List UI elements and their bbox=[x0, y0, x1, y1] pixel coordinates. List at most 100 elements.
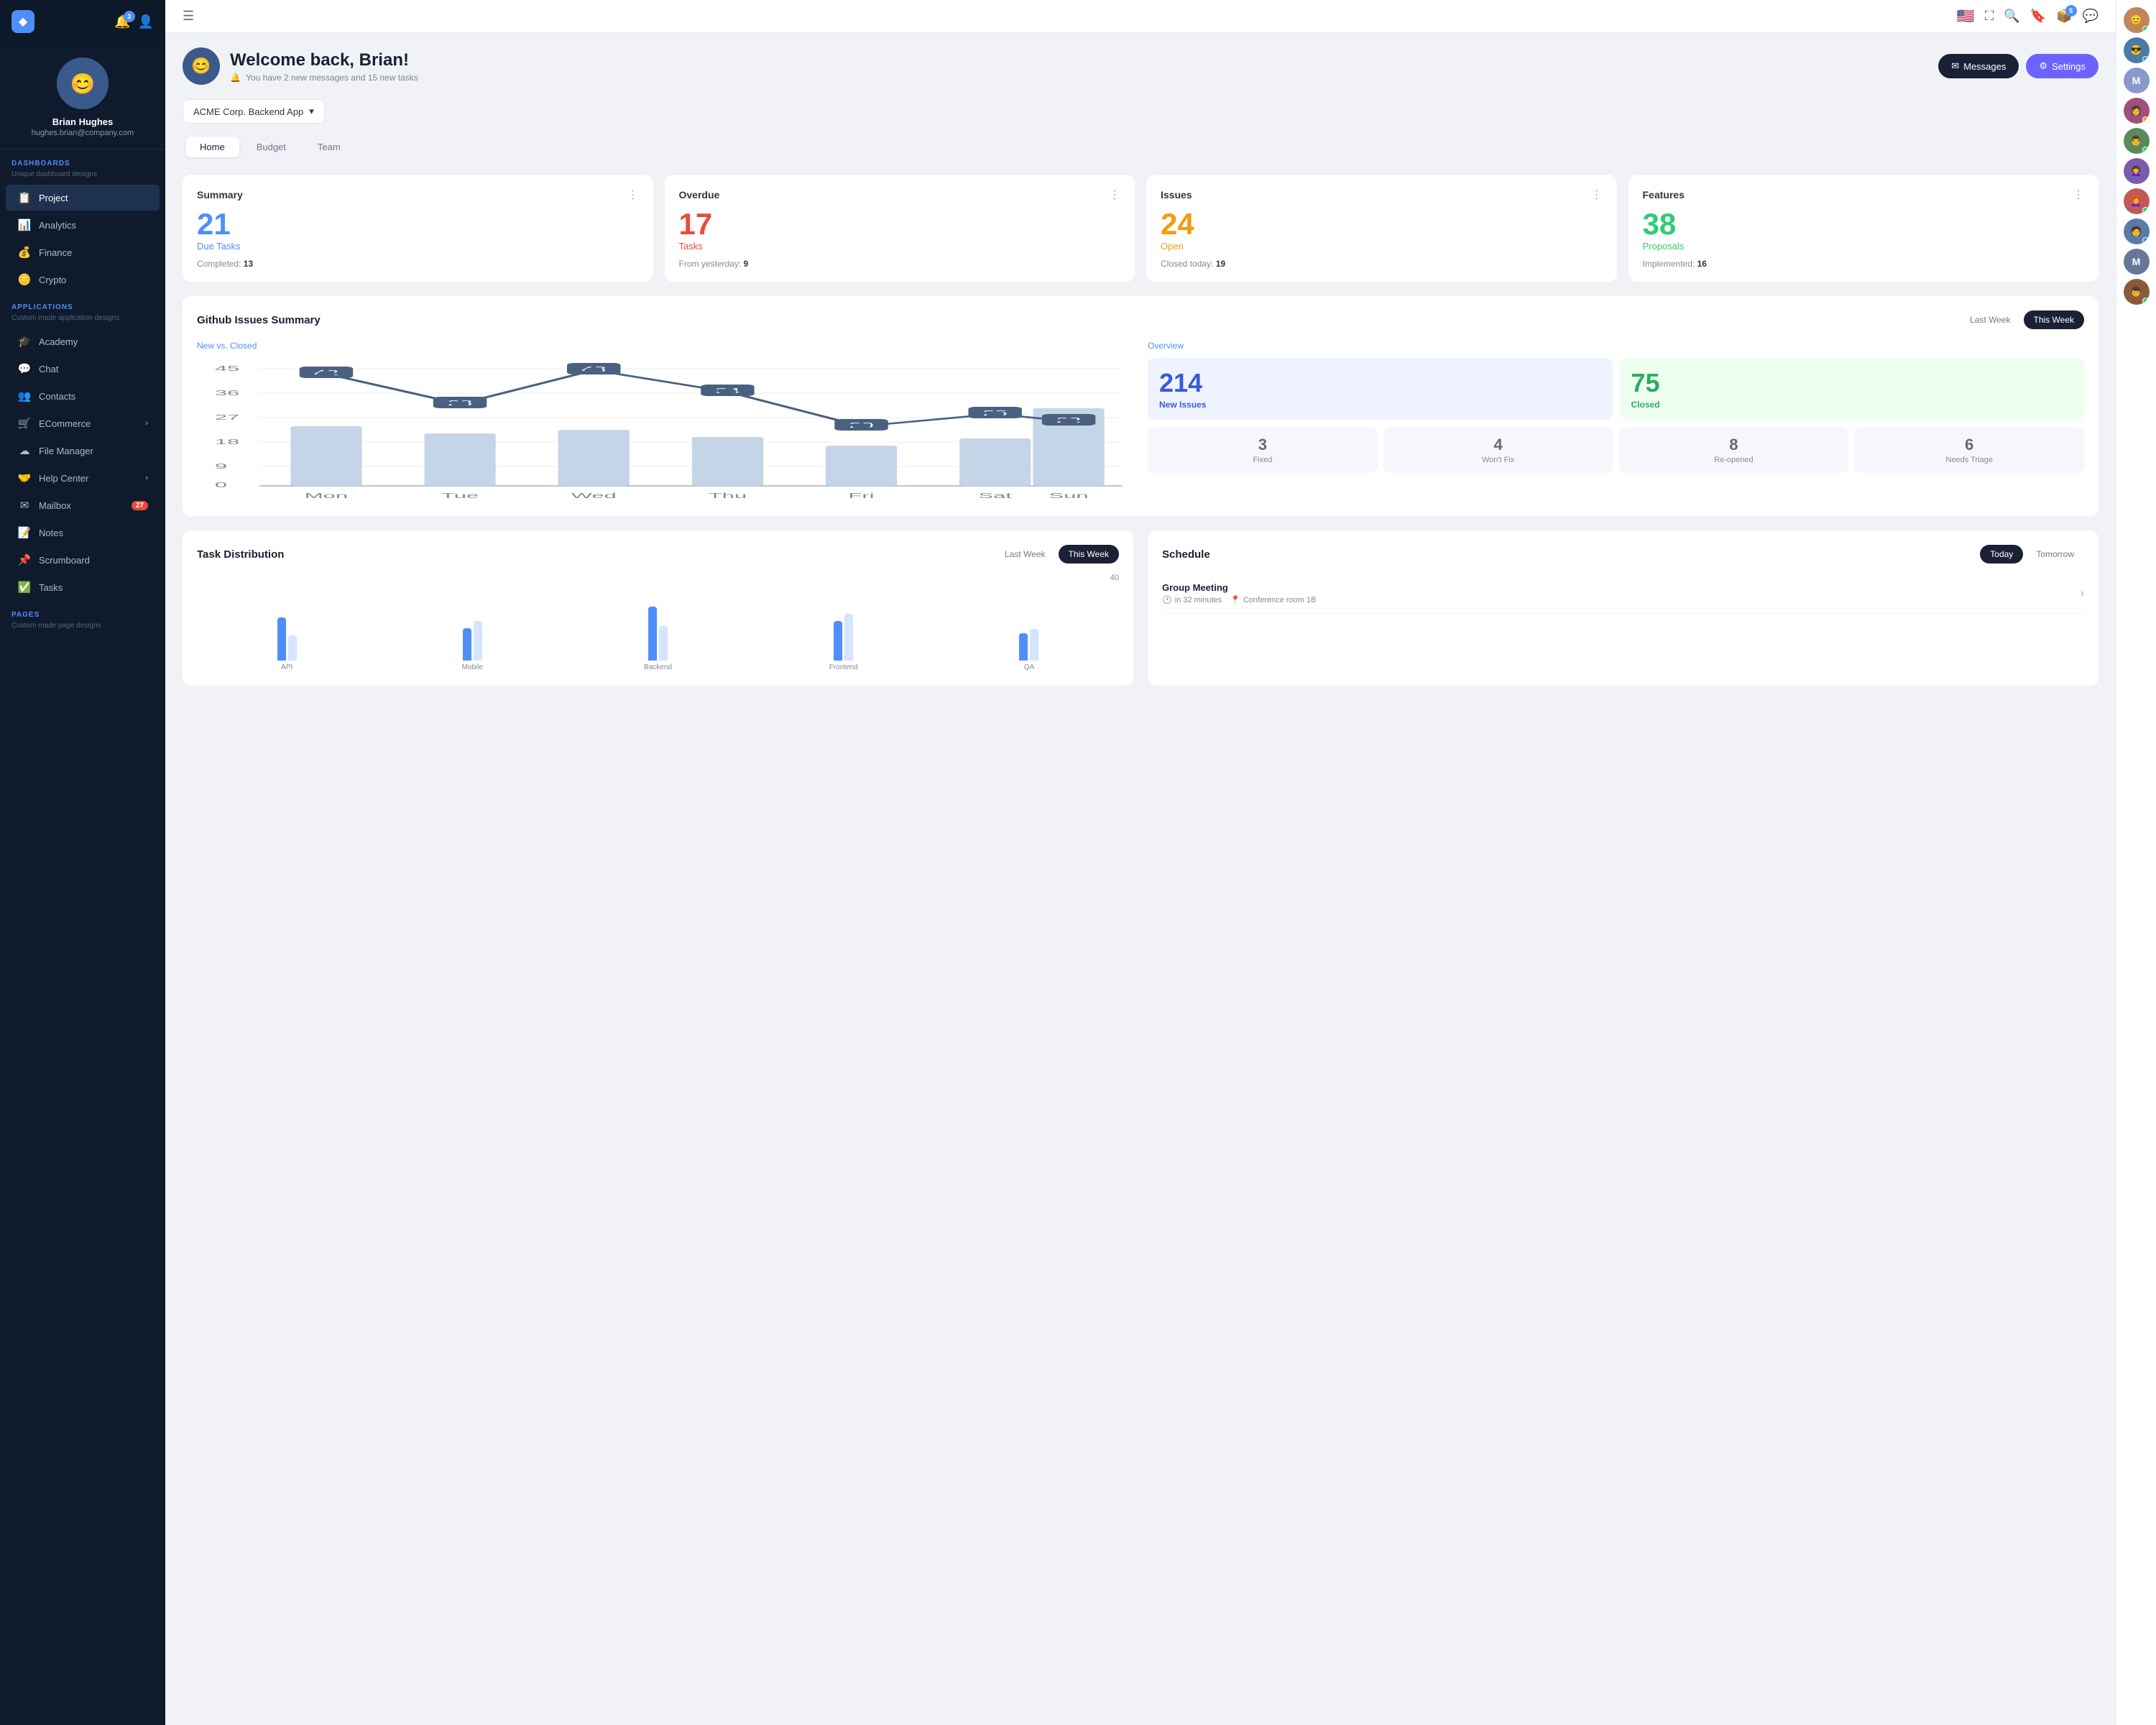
svg-text:45: 45 bbox=[215, 364, 239, 372]
mailbox-icon: ✉ bbox=[17, 499, 32, 512]
stat-card-title: Features bbox=[1643, 189, 1685, 201]
right-avatar-6[interactable]: 👩‍🦱 bbox=[2124, 158, 2150, 184]
task-dist-this-week-tab[interactable]: This Week bbox=[1059, 545, 1119, 564]
github-this-week-tab[interactable]: This Week bbox=[2024, 310, 2084, 329]
sidebar-item-label: Finance bbox=[39, 247, 72, 258]
right-avatar-5[interactable]: 👨 bbox=[2124, 128, 2150, 154]
welcome-subtitle: 🔔 You have 2 new messages and 15 new tas… bbox=[230, 73, 418, 83]
online-status-dot bbox=[2142, 116, 2149, 123]
task-dist-tabs: Last Week This Week bbox=[995, 545, 1119, 564]
notifications-topbar-button[interactable]: 📦 5 bbox=[2056, 9, 2072, 24]
right-avatar-9[interactable]: M bbox=[2124, 249, 2150, 275]
right-avatar-1[interactable]: 😊 bbox=[2124, 7, 2150, 33]
stat-big-number: 17 bbox=[679, 209, 1121, 239]
online-status-dot bbox=[2142, 207, 2149, 213]
sidebar-item-label: Scrumboard bbox=[39, 555, 90, 566]
schedule-time: 🕐 in 32 minutes bbox=[1162, 595, 1222, 604]
right-avatar-3[interactable]: M bbox=[2124, 68, 2150, 93]
stat-label: Tasks bbox=[679, 241, 1121, 252]
topbar-notifications-badge: 5 bbox=[2065, 5, 2077, 17]
right-avatar-10[interactable]: 👦 bbox=[2124, 279, 2150, 305]
bar-last-week bbox=[844, 614, 853, 661]
task-dist-last-week-tab[interactable]: Last Week bbox=[995, 545, 1055, 564]
notifications-button[interactable]: 🔔 3 bbox=[114, 14, 130, 29]
search-button[interactable]: 🔍 bbox=[2004, 9, 2019, 24]
topbar-right: 🇺🇸 ⛶ 🔍 🔖 📦 5 💬 bbox=[1957, 7, 2099, 25]
new-issues-label: New Issues bbox=[1159, 400, 1601, 410]
bar-qa: QA bbox=[939, 629, 1119, 671]
app-logo[interactable]: ◆ bbox=[11, 10, 34, 33]
sidebar-item-contacts[interactable]: 👥 Contacts bbox=[6, 383, 160, 409]
right-avatar-8[interactable]: 🧑 bbox=[2124, 218, 2150, 244]
bar-last-week bbox=[1030, 629, 1038, 661]
hamburger-menu-button[interactable]: ☰ bbox=[183, 9, 194, 24]
bar-api: API bbox=[197, 617, 377, 671]
welcome-left: 😊 Welcome back, Brian! 🔔 You have 2 new … bbox=[183, 47, 418, 85]
stat-card-header: Overdue ⋮ bbox=[679, 188, 1121, 202]
schedule-tabs: Today Tomorrow bbox=[1980, 545, 2084, 564]
bar-last-week bbox=[659, 626, 668, 661]
bell-icon: 🔔 bbox=[230, 73, 241, 83]
svg-text:Fri: Fri bbox=[848, 492, 874, 500]
stat-big-number: 38 bbox=[1643, 209, 2085, 239]
sidebar-item-mailbox[interactable]: ✉ Mailbox 27 bbox=[6, 492, 160, 518]
sidebar-item-label: Chat bbox=[39, 364, 58, 374]
schedule-arrow-icon[interactable]: › bbox=[2081, 587, 2084, 600]
profile-name: Brian Hughes bbox=[52, 116, 114, 127]
user-search-button[interactable]: 👤 bbox=[138, 14, 154, 29]
sidebar-item-filemanager[interactable]: ☁ File Manager bbox=[6, 438, 160, 464]
project-label: ACME Corp. Backend App bbox=[193, 106, 303, 117]
bookmark-button[interactable]: 🔖 bbox=[2030, 9, 2046, 24]
sidebar-item-tasks[interactable]: ✅ Tasks bbox=[6, 574, 160, 600]
fixed-card: 3 Fixed bbox=[1148, 427, 1378, 473]
svg-text:0: 0 bbox=[215, 481, 227, 489]
right-avatar-2[interactable]: 😎 bbox=[2124, 37, 2150, 63]
stat-card-menu[interactable]: ⋮ bbox=[2073, 188, 2084, 202]
project-selector[interactable]: ACME Corp. Backend App ▾ bbox=[183, 99, 325, 124]
bar-last-week bbox=[288, 635, 297, 661]
sidebar-item-analytics[interactable]: 📊 Analytics bbox=[6, 212, 160, 238]
sidebar-item-project[interactable]: 📋 Project bbox=[6, 185, 160, 211]
new-issues-number: 214 bbox=[1159, 368, 1601, 398]
schedule-title: Schedule bbox=[1162, 548, 1210, 561]
analytics-icon: 📊 bbox=[17, 218, 32, 231]
right-avatar-4[interactable]: 👩 bbox=[2124, 98, 2150, 124]
stat-card-menu[interactable]: ⋮ bbox=[1109, 188, 1120, 202]
sidebar-item-ecommerce[interactable]: 🛒 ECommerce › bbox=[6, 410, 160, 436]
messages-button[interactable]: ✉ Messages bbox=[1938, 54, 2019, 78]
right-avatar-7[interactable]: 👩‍🦰 bbox=[2124, 188, 2150, 214]
messages-topbar-button[interactable]: 💬 bbox=[2083, 9, 2099, 24]
svg-text:Sun: Sun bbox=[1049, 492, 1088, 500]
wont-fix-card: 4 Won't Fix bbox=[1383, 427, 1613, 473]
sidebar-item-chat[interactable]: 💬 Chat bbox=[6, 356, 160, 382]
schedule-tomorrow-tab[interactable]: Tomorrow bbox=[2026, 545, 2084, 564]
sidebar-item-scrumboard[interactable]: 📌 Scrumboard bbox=[6, 547, 160, 573]
svg-text:18: 18 bbox=[215, 438, 239, 446]
topbar-left: ☰ bbox=[183, 9, 194, 24]
schedule-item: Group Meeting 🕐 in 32 minutes 📍 Conferen… bbox=[1162, 574, 2084, 614]
needs-triage-number: 6 bbox=[1861, 436, 2077, 454]
tab-team[interactable]: Team bbox=[303, 137, 355, 157]
github-last-week-tab[interactable]: Last Week bbox=[1960, 310, 2020, 329]
sidebar-item-crypto[interactable]: 🪙 Crypto bbox=[6, 267, 160, 293]
schedule-header: Schedule Today Tomorrow bbox=[1162, 545, 2084, 564]
language-flag-button[interactable]: 🇺🇸 bbox=[1957, 7, 1975, 25]
tab-budget[interactable]: Budget bbox=[242, 137, 300, 157]
bar-label: Mobile bbox=[462, 663, 483, 671]
sidebar-item-label: Contacts bbox=[39, 391, 75, 402]
sidebar-item-academy[interactable]: 🎓 Academy bbox=[6, 328, 160, 354]
tab-home[interactable]: Home bbox=[185, 137, 239, 157]
settings-button[interactable]: ⚙ Settings bbox=[2026, 54, 2099, 78]
scrumboard-icon: 📌 bbox=[17, 553, 32, 566]
sidebar-item-label: Project bbox=[39, 193, 68, 203]
svg-text:Wed: Wed bbox=[571, 492, 617, 500]
stat-card-menu[interactable]: ⋮ bbox=[627, 188, 639, 202]
sidebar-item-label: Tasks bbox=[39, 582, 63, 593]
stat-card-menu[interactable]: ⋮ bbox=[1591, 188, 1603, 202]
sidebar-item-helpcenter[interactable]: 🤝 Help Center › bbox=[6, 465, 160, 491]
fullscreen-button[interactable]: ⛶ bbox=[1985, 9, 1994, 24]
sidebar-item-finance[interactable]: 💰 Finance bbox=[6, 239, 160, 265]
schedule-today-tab[interactable]: Today bbox=[1980, 545, 2023, 564]
sidebar-item-notes[interactable]: 📝 Notes bbox=[6, 520, 160, 546]
wont-fix-label: Won't Fix bbox=[1391, 456, 1606, 464]
